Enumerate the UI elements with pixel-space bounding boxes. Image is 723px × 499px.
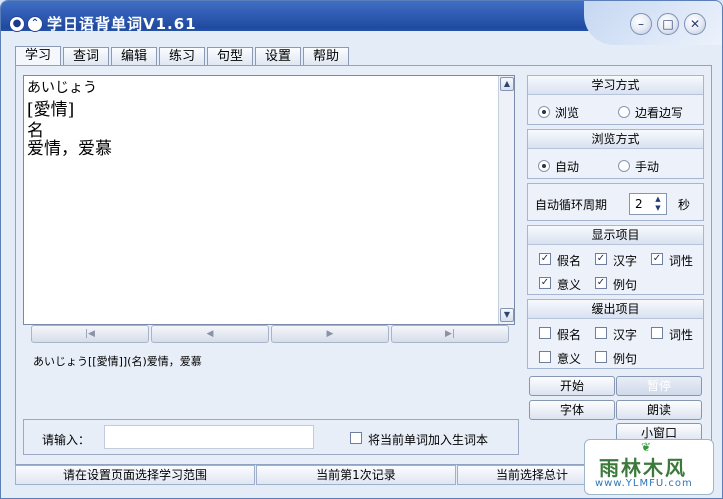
show-kana-label: 假名 [557, 254, 582, 268]
show-items-title: 显示项目 [528, 226, 703, 245]
radio-write-label: 边看边写 [635, 106, 684, 120]
add-to-notebook-label: 将当前单词加入生词本 [368, 433, 489, 447]
pause-button[interactable]: 暂停 [616, 376, 702, 396]
spin-up-icon[interactable]: ▲ [651, 195, 665, 204]
meaning-text: 爱情，爱慕 [27, 139, 112, 159]
input-area: 请输入： 将当前单词加入生词本 [23, 419, 519, 455]
show-kanji-checkbox[interactable]: ✓ [595, 253, 607, 265]
radio-auto-label: 自动 [555, 160, 580, 174]
tab-lookup[interactable]: 查词 [63, 47, 109, 65]
app-window: ● ⌃ 学日语背单词V1.61 – □ ✕ 学习 查词 编辑 练习 句型 设置 … [0, 0, 723, 499]
spinner-arrows: ▲ ▼ [651, 195, 665, 213]
answer-input[interactable] [104, 425, 314, 449]
radio-write[interactable] [618, 106, 630, 118]
radio-manual[interactable] [618, 160, 630, 172]
last-button[interactable]: ▶| [391, 325, 509, 343]
delay-pos-label: 词性 [669, 328, 694, 342]
tab-practice[interactable]: 练习 [159, 47, 205, 65]
close-button[interactable]: ✕ [684, 13, 706, 35]
status-record: 当前第1次记录 [256, 465, 456, 485]
tab-help[interactable]: 帮助 [303, 47, 349, 65]
first-button[interactable]: |◀ [31, 325, 149, 343]
delay-kanji-label: 汉字 [613, 328, 638, 342]
show-kana-checkbox[interactable]: ✓ [539, 253, 551, 265]
cycle-unit: 秒 [678, 198, 691, 212]
scroll-up-icon[interactable]: ▲ [500, 77, 514, 91]
system-menu-icon[interactable]: ● [9, 16, 25, 32]
browse-mode-group: 浏览方式 自动 手动 [527, 129, 704, 179]
kana-text: あいじょう [27, 80, 97, 96]
delay-example-label: 例句 [613, 352, 638, 366]
radio-browse[interactable] [538, 106, 550, 118]
input-label: 请输入： [42, 433, 91, 447]
delay-items-title: 缓出项目 [528, 300, 703, 319]
scroll-down-icon[interactable]: ▼ [500, 308, 514, 322]
title-bar: ● ⌃ 学日语背单词V1.61 – □ ✕ [1, 1, 722, 45]
radio-manual-label: 手动 [635, 160, 660, 174]
delay-kanji-checkbox[interactable] [595, 327, 607, 339]
study-mode-group: 学习方式 浏览 边看边写 [527, 75, 704, 125]
browse-mode-title: 浏览方式 [528, 130, 703, 149]
maximize-button[interactable]: □ [657, 13, 679, 35]
show-pos-label: 词性 [669, 254, 694, 268]
word-display[interactable]: あいじょう [愛情] 名 爱情，爱慕 ▲ ▼ [23, 75, 515, 325]
minimize-button[interactable]: – [630, 13, 652, 35]
show-kanji-label: 汉字 [613, 254, 638, 268]
logo-url: www.YLMFU.com [595, 478, 693, 489]
prev-button[interactable]: ◀ [151, 325, 269, 343]
rollup-icon[interactable]: ⌃ [27, 16, 43, 32]
delay-pos-checkbox[interactable] [651, 327, 663, 339]
delay-meaning-checkbox[interactable] [539, 351, 551, 363]
tab-sentence[interactable]: 句型 [207, 47, 253, 65]
tab-settings[interactable]: 设置 [255, 47, 301, 65]
delay-kana-label: 假名 [557, 328, 582, 342]
add-to-notebook-checkbox[interactable] [350, 432, 362, 444]
cycle-spinner[interactable]: 2 ▲ ▼ [629, 193, 667, 215]
watermark-logo: ❦ 雨林木风 www.YLMFU.com [584, 439, 714, 495]
show-meaning-checkbox[interactable]: ✓ [539, 277, 551, 289]
show-example-label: 例句 [613, 278, 638, 292]
radio-auto[interactable] [538, 160, 550, 172]
font-button[interactable]: 字体 [529, 400, 615, 420]
delay-meaning-label: 意义 [557, 352, 582, 366]
tab-study[interactable]: 学习 [15, 46, 61, 66]
delay-items-group: 缓出项目 假名 汉字 词性 意义 例句 [527, 299, 704, 369]
spin-down-icon[interactable]: ▼ [651, 204, 665, 213]
start-button[interactable]: 开始 [529, 376, 615, 396]
window-title: 学日语背单词V1.61 [47, 15, 197, 33]
study-mode-title: 学习方式 [528, 76, 703, 95]
delay-kana-checkbox[interactable] [539, 327, 551, 339]
cycle-value: 2 [635, 197, 643, 211]
show-pos-checkbox[interactable]: ✓ [651, 253, 663, 265]
word-summary: あいじょう[[愛情]](名)爱情，爱慕 [33, 355, 202, 368]
tab-edit[interactable]: 编辑 [111, 47, 157, 65]
delay-example-checkbox[interactable] [595, 351, 607, 363]
cycle-group: 自动循环周期 秒 [527, 183, 704, 221]
read-aloud-button[interactable]: 朗读 [616, 400, 702, 420]
show-example-checkbox[interactable]: ✓ [595, 277, 607, 289]
next-button[interactable]: ▶ [271, 325, 389, 343]
show-items-group: 显示项目 ✓ 假名 ✓ 汉字 ✓ 词性 ✓ 意义 ✓ 例句 [527, 225, 704, 295]
show-meaning-label: 意义 [557, 278, 582, 292]
status-range: 请在设置页面选择学习范围 [15, 465, 255, 485]
radio-browse-label: 浏览 [555, 106, 580, 120]
cycle-label: 自动循环周期 [535, 198, 608, 212]
vertical-scrollbar[interactable]: ▲ ▼ [498, 76, 514, 324]
logo-text: 雨林木风 [599, 456, 687, 480]
